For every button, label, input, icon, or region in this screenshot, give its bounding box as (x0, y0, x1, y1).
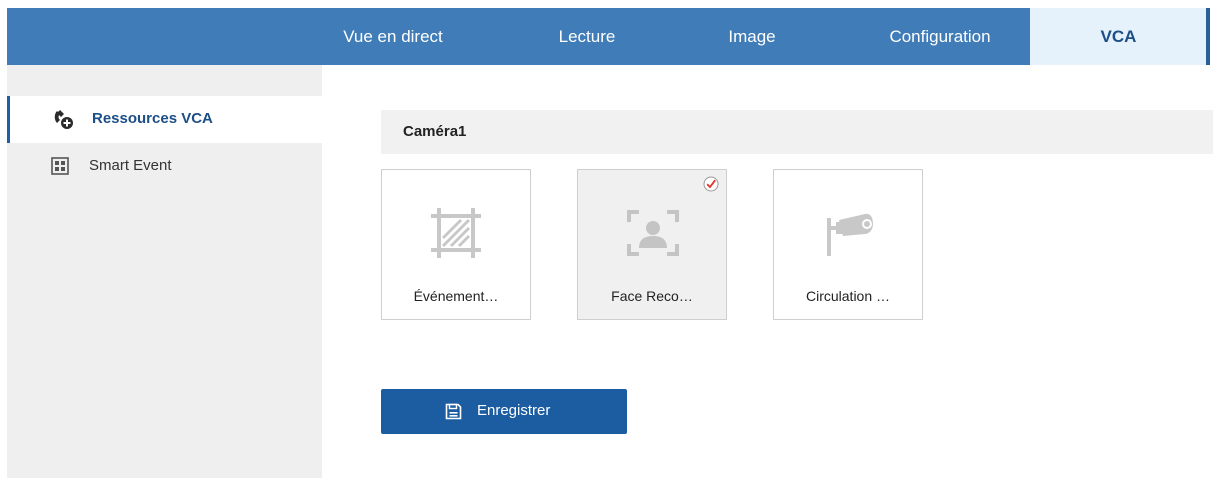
vca-resources-icon (54, 110, 73, 129)
face-recognition-icon (627, 210, 679, 256)
tab-vca[interactable]: VCA (1030, 8, 1207, 65)
tab-playback[interactable]: Lecture (527, 8, 647, 65)
check-icon (703, 176, 719, 192)
tab-image[interactable]: Image (697, 8, 807, 65)
card-label: Face Reco… (611, 288, 693, 304)
event-area-icon (431, 208, 481, 258)
camera-title: Caméra1 (403, 123, 467, 140)
smart-event-icon (51, 157, 69, 175)
save-button-label: Enregistrer (477, 402, 551, 419)
topbar-edge (1206, 8, 1210, 65)
top-navigation-bar: Vue en direct Lecture Image Configuratio… (7, 8, 1210, 65)
sidebar-item-label: Smart Event (89, 157, 172, 174)
app-window: Vue en direct Lecture Image Configuratio… (0, 0, 1213, 478)
save-button[interactable]: Enregistrer (381, 389, 627, 434)
save-icon (445, 403, 462, 420)
card-event[interactable]: Événement… (381, 169, 531, 320)
sidebar-item-smart-event[interactable]: Smart Event (7, 143, 322, 190)
sidebar-item-vca-resources[interactable]: Ressources VCA (7, 96, 322, 143)
card-face-recognition[interactable]: Face Reco… (577, 169, 727, 320)
card-label: Événement… (413, 288, 499, 304)
tab-live-view[interactable]: Vue en direct (325, 8, 461, 65)
sidebar: Ressources VCA Smart Event (7, 65, 322, 478)
card-traffic[interactable]: Circulation … (773, 169, 923, 320)
traffic-camera-icon (827, 213, 873, 256)
tab-configuration[interactable]: Configuration (859, 8, 1021, 65)
sidebar-item-label: Ressources VCA (92, 110, 213, 127)
card-label: Circulation … (805, 288, 891, 304)
camera-header: Caméra1 (381, 110, 1213, 154)
